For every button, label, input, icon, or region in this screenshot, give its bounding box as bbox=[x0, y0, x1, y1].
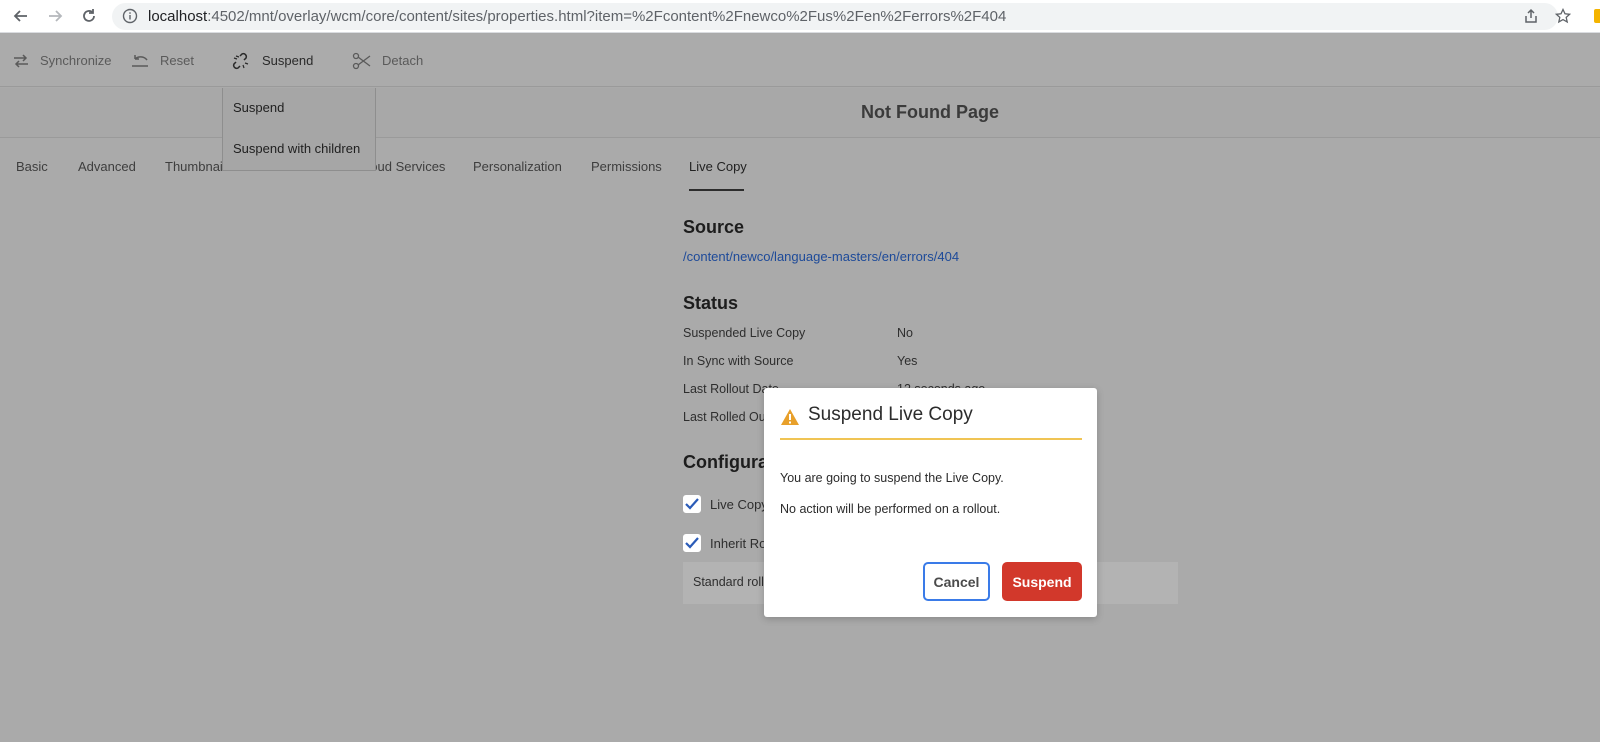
detach-button[interactable]: Detach bbox=[352, 34, 423, 87]
extension-icon[interactable] bbox=[1594, 9, 1600, 23]
inherit-rollout-checkbox[interactable] bbox=[683, 534, 701, 552]
status-value-suspended: No bbox=[897, 326, 913, 340]
tab-personalization[interactable]: Personalization bbox=[473, 159, 562, 174]
detach-label: Detach bbox=[382, 53, 424, 68]
broken-link-icon bbox=[232, 52, 249, 69]
checkmark-icon bbox=[685, 537, 699, 549]
suspend-dropdown-menu: Suspend Suspend with children bbox=[222, 88, 376, 171]
browser-toolbar: localhost:4502/mnt/overlay/wcm/core/cont… bbox=[0, 0, 1600, 33]
url-text: localhost:4502/mnt/overlay/wcm/core/cont… bbox=[148, 8, 1007, 25]
source-heading: Source bbox=[683, 217, 745, 237]
status-heading: Status bbox=[683, 293, 739, 313]
suspend-live-copy-dialog: Suspend Live Copy You are going to suspe… bbox=[764, 388, 1097, 617]
reset-icon bbox=[132, 54, 148, 67]
scissors-icon bbox=[352, 52, 371, 69]
address-bar[interactable]: localhost:4502/mnt/overlay/wcm/core/cont… bbox=[112, 3, 1558, 30]
info-icon[interactable] bbox=[122, 8, 138, 24]
status-value-in-sync: Yes bbox=[897, 354, 918, 368]
status-label-last-rolled-out: Last Rolled Out bbox=[683, 410, 770, 424]
back-arrow-icon[interactable] bbox=[10, 5, 32, 27]
source-link[interactable]: /content/newco/language-masters/en/error… bbox=[683, 249, 959, 264]
dialog-title: Suspend Live Copy bbox=[808, 404, 973, 425]
status-label-suspended: Suspended Live Copy bbox=[683, 326, 806, 340]
reset-button[interactable]: Reset bbox=[130, 34, 194, 87]
synchronize-button[interactable]: Synchronize bbox=[12, 34, 112, 87]
cancel-button[interactable]: Cancel bbox=[923, 562, 990, 601]
forward-arrow-icon[interactable] bbox=[44, 5, 66, 27]
suspend-label: Suspend bbox=[262, 53, 314, 68]
tab-advanced[interactable]: Advanced bbox=[78, 159, 136, 174]
reload-icon[interactable] bbox=[78, 5, 100, 27]
confirm-suspend-button[interactable]: Suspend bbox=[1002, 562, 1082, 601]
menu-item-suspend[interactable]: Suspend bbox=[233, 100, 284, 115]
live-copy-checkbox[interactable] bbox=[683, 495, 701, 513]
live-copy-checkbox-label: Live Copy bbox=[710, 497, 768, 512]
synchronize-icon bbox=[14, 53, 28, 68]
status-label-in-sync: In Sync with Source bbox=[683, 354, 794, 368]
tab-permissions[interactable]: Permissions bbox=[591, 159, 662, 174]
tab-thumbnail[interactable]: Thumbnail bbox=[165, 159, 226, 174]
synchronize-label: Synchronize bbox=[40, 53, 112, 68]
share-icon[interactable] bbox=[1520, 5, 1542, 27]
tab-live-copy[interactable]: Live Copy bbox=[689, 159, 747, 174]
warning-icon bbox=[781, 409, 799, 425]
dialog-message-line1: You are going to suspend the Live Copy. bbox=[780, 471, 1004, 485]
dialog-message-line2: No action will be performed on a rollout… bbox=[780, 502, 1001, 516]
checkmark-icon bbox=[685, 498, 699, 510]
suspend-button[interactable]: Suspend bbox=[232, 34, 313, 87]
active-tab-indicator bbox=[689, 189, 744, 191]
tab-basic[interactable]: Basic bbox=[16, 159, 48, 174]
dialog-title-divider bbox=[780, 438, 1082, 440]
action-bar: Synchronize Reset Suspend Detach bbox=[0, 34, 1600, 87]
reset-label: Reset bbox=[160, 53, 194, 68]
menu-item-suspend-with-children[interactable]: Suspend with children bbox=[233, 141, 360, 156]
bookmark-star-icon[interactable] bbox=[1552, 5, 1574, 27]
